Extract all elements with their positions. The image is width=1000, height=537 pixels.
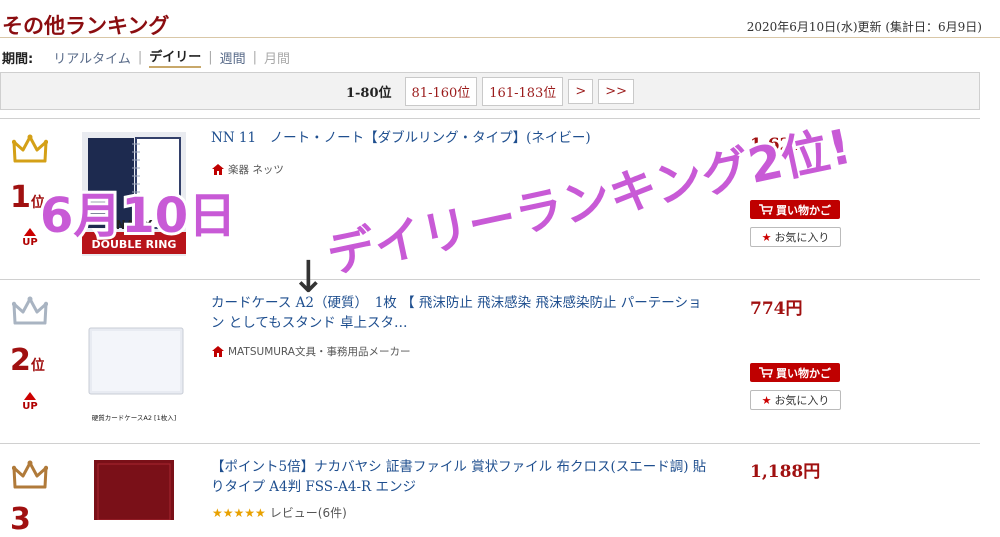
overlay-date-text: 6月10日 [40,188,236,244]
annotation-overlay: 6月10日 デイリーランキング2位! ↓ [37,116,859,303]
overlay-ranking-text: デイリーランキング2位! [322,119,856,285]
overlay-arrow-icon: ↓ [290,252,327,303]
